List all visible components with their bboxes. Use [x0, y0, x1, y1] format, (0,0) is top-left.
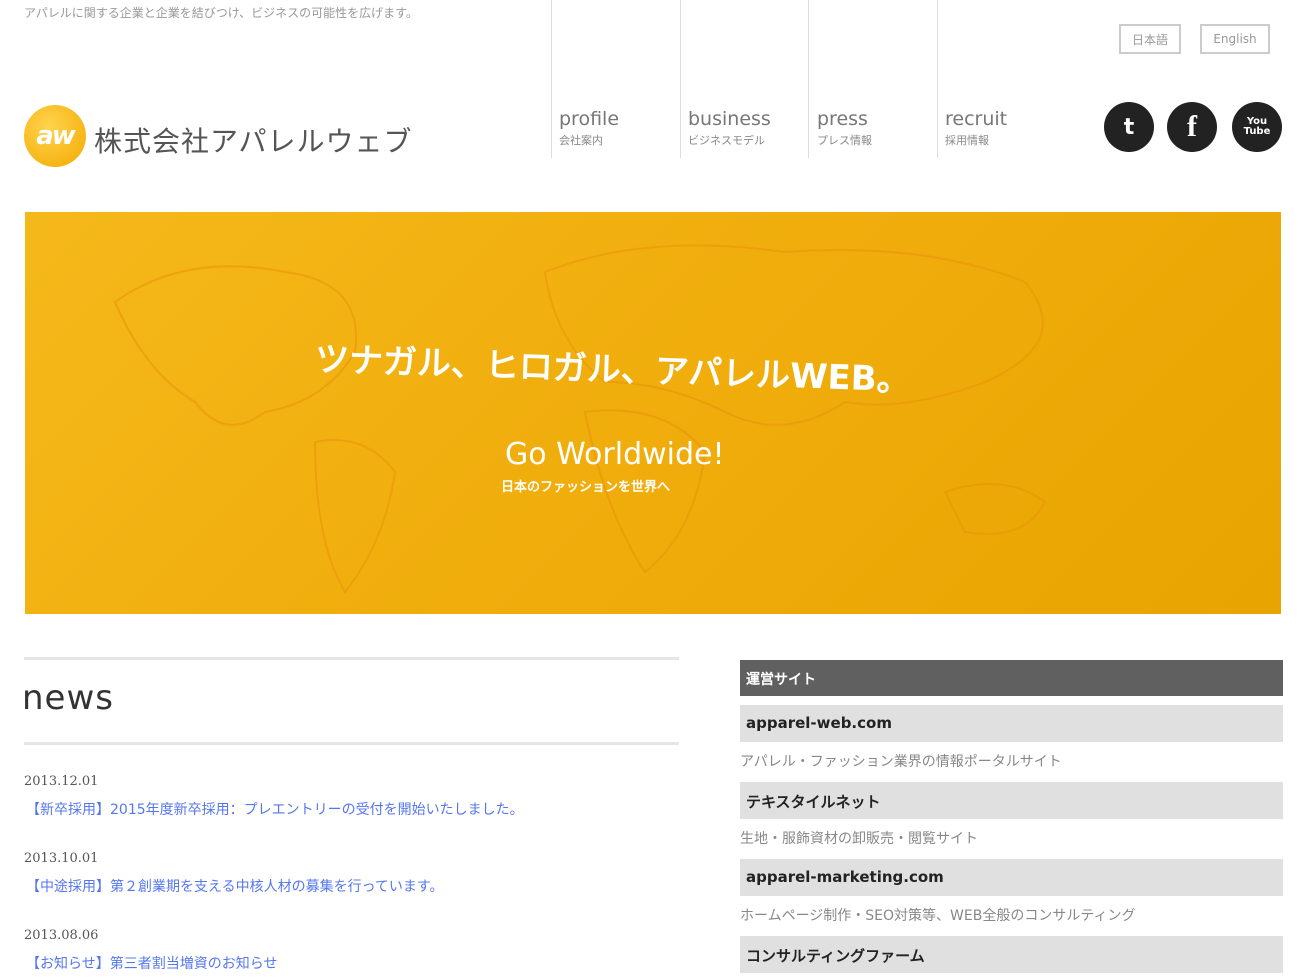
site-description: アパレル・ファッション業界の情報ポータルサイト: [740, 754, 1062, 770]
site-link-apparel-web[interactable]: apparel-web.com: [740, 705, 1283, 742]
site-description: ホームページ制作・SEO対策等、WEB全般のコンサルティング: [740, 908, 1136, 924]
nav-divider: [808, 0, 809, 158]
lang-english-button[interactable]: English: [1200, 24, 1270, 54]
nav-label: recruit: [945, 108, 1008, 130]
logo-icon[interactable]: aw: [24, 105, 86, 167]
nav-label: press: [817, 108, 868, 130]
site-link-textile-net[interactable]: テキスタイルネット: [740, 782, 1283, 819]
lang-japanese-button[interactable]: 日本語: [1119, 24, 1181, 54]
news-date: 2013.10.01: [24, 851, 99, 866]
nav-label: business: [688, 108, 771, 130]
nav-sublabel: プレス情報: [817, 134, 872, 147]
divider: [24, 657, 679, 660]
news-date: 2013.08.06: [24, 928, 99, 943]
nav-divider: [680, 0, 681, 158]
nav-business[interactable]: business ビジネスモデル: [688, 108, 771, 148]
news-date: 2013.12.01: [24, 774, 99, 789]
twitter-icon[interactable]: t: [1104, 102, 1154, 152]
nav-sublabel: ビジネスモデル: [688, 134, 765, 147]
site-description: 生地・服飾資材の卸販売・閲覧サイト: [740, 831, 978, 847]
nav-sublabel: 会社案内: [559, 134, 603, 147]
nav-press[interactable]: press プレス情報: [817, 108, 872, 148]
nav-divider: [937, 0, 938, 158]
hero-banner[interactable]: ツナガル、ヒロガル、アパレルWEB。 Go Worldwide! 日本のファッシ…: [25, 212, 1281, 614]
youtube-icon[interactable]: You Tube: [1232, 102, 1282, 152]
news-link[interactable]: 【中途採用】第２創業期を支える中核人材の募集を行っています。: [26, 876, 443, 896]
company-name[interactable]: 株式会社アパレルウェブ: [94, 120, 412, 160]
banner-subtitle-ja: 日本のファッションを世界へ: [501, 480, 671, 495]
nav-profile[interactable]: profile 会社案内: [559, 108, 619, 148]
nav-recruit[interactable]: recruit 採用情報: [945, 108, 1007, 148]
tagline: アパレルに関する企業と企業を結びつけ、ビジネスの可能性を広げます。: [24, 6, 418, 20]
nav-sublabel: 採用情報: [945, 134, 989, 147]
site-link-consulting-firm[interactable]: コンサルティングファーム: [740, 936, 1283, 973]
news-link[interactable]: 【新卒採用】2015年度新卒採用：プレエントリーの受付を開始いたしました。: [26, 799, 524, 819]
facebook-icon[interactable]: f: [1167, 102, 1217, 152]
divider: [24, 742, 679, 745]
sidebar-heading: 運営サイト: [740, 660, 1283, 696]
world-map-graphic: [113, 244, 1047, 594]
news-heading: news: [22, 678, 114, 718]
banner-subtitle: Go Worldwide!: [505, 437, 725, 472]
nav-label: profile: [559, 108, 620, 130]
site-link-apparel-marketing[interactable]: apparel-marketing.com: [740, 859, 1283, 896]
news-link[interactable]: 【お知らせ】第三者割当増資のお知らせ: [26, 953, 277, 973]
nav-divider: [551, 0, 552, 158]
